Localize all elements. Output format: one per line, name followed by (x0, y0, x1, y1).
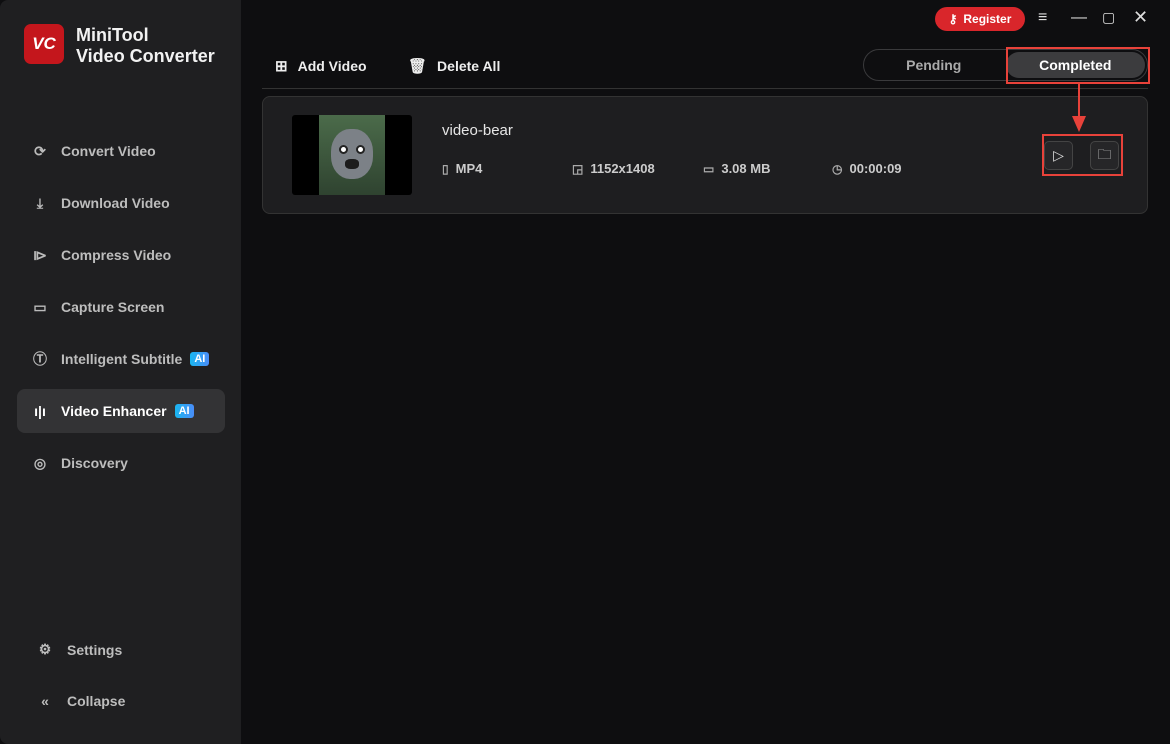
app-title-line2: Video Converter (76, 46, 215, 67)
sidebar-item-video-enhancer[interactable]: ı|ı Video Enhancer AI (17, 389, 225, 433)
sidebar-item-label: Convert Video (61, 143, 156, 159)
format-value: MP4 (456, 161, 483, 176)
sidebar-item-label: Intelligent Subtitle (61, 351, 182, 367)
compass-icon: ◎ (31, 454, 49, 472)
size-value: 3.08 MB (721, 161, 770, 176)
sidebar-item-label: Discovery (61, 455, 128, 471)
bear-thumbnail-image (319, 115, 385, 195)
delete-all-label: Delete All (437, 58, 500, 74)
menu-icon[interactable]: ≡ (1038, 9, 1047, 27)
divider (262, 88, 1148, 89)
annotation-arrow-icon (1070, 84, 1088, 134)
settings-label: Settings (67, 642, 122, 658)
enhancer-icon: ı|ı (31, 402, 49, 420)
gear-icon: ⚙ (36, 641, 54, 658)
sidebar-item-discovery[interactable]: ◎ Discovery (17, 441, 225, 485)
video-thumbnail (292, 115, 412, 195)
annotation-highlight-completed (1006, 47, 1150, 84)
sidebar: VC MiniToolVideo Converter ⟳ Convert Vide… (0, 0, 241, 744)
file-video-icon: ▯ (442, 162, 449, 176)
download-icon: ⤓ (31, 194, 49, 212)
resolution-value: 1152x1408 (590, 161, 654, 176)
folder-icon: ▭ (703, 162, 714, 176)
sidebar-item-label: Video Enhancer (61, 403, 167, 419)
file-duration: ◷ 00:00:09 (832, 161, 902, 176)
clock-icon: ◷ (832, 162, 842, 176)
add-video-button[interactable]: ⊞ Add Video (275, 57, 367, 75)
ai-badge: AI (190, 352, 209, 366)
app-logo: VC (24, 24, 64, 64)
collapse-label: Collapse (67, 693, 125, 709)
collapse-button[interactable]: « Collapse (36, 693, 125, 709)
compress-icon: ⧐ (31, 246, 49, 264)
settings-button[interactable]: ⚙ Settings (36, 641, 122, 658)
convert-icon: ⟳ (31, 142, 49, 160)
register-label: Register (963, 12, 1011, 26)
duration-value: 00:00:09 (849, 161, 901, 176)
resolution-icon: ◲ (572, 162, 583, 176)
file-name: video-bear (442, 122, 513, 139)
sidebar-item-intelligent-subtitle[interactable]: Ⓣ Intelligent Subtitle AI (17, 337, 225, 381)
sidebar-item-capture-screen[interactable]: ▭ Capture Screen (17, 285, 225, 329)
ai-badge: AI (175, 404, 194, 418)
file-row: video-bear ▯ MP4 ◲ 1152x1408 ▭ 3.08 MB ◷ 00:… (262, 96, 1148, 214)
app-title: MiniToolVideo Converter (76, 25, 215, 67)
sidebar-item-convert-video[interactable]: ⟳ Convert Video (17, 129, 225, 173)
minimize-icon[interactable]: — (1071, 9, 1087, 27)
subtitle-icon: Ⓣ (31, 350, 49, 368)
file-resolution: ◲ 1152x1408 (572, 161, 655, 176)
app-title-line1: MiniTool (76, 25, 215, 46)
file-size: ▭ 3.08 MB (703, 161, 770, 176)
tab-pending[interactable]: Pending (864, 50, 1004, 80)
sidebar-item-label: Capture Screen (61, 299, 164, 315)
sidebar-item-download-video[interactable]: ⤓ Download Video (17, 181, 225, 225)
delete-all-button[interactable]: 🗑 Delete All (408, 57, 500, 75)
maximize-icon[interactable]: ▢ (1102, 9, 1115, 26)
register-button[interactable]: ⚷ Register (935, 7, 1025, 31)
sidebar-item-compress-video[interactable]: ⧐ Compress Video (17, 233, 225, 277)
plus-icon: ⊞ (275, 57, 288, 75)
camera-icon: ▭ (31, 298, 49, 316)
double-chevron-left-icon: « (36, 693, 54, 709)
sidebar-item-label: Compress Video (61, 247, 171, 263)
annotation-highlight-actions (1042, 134, 1123, 176)
add-video-label: Add Video (298, 58, 367, 74)
file-format: ▯ MP4 (442, 161, 482, 176)
sidebar-item-label: Download Video (61, 195, 170, 211)
trash-icon: 🗑 (408, 57, 427, 75)
close-icon[interactable]: ✕ (1133, 7, 1148, 28)
key-icon: ⚷ (949, 12, 958, 26)
